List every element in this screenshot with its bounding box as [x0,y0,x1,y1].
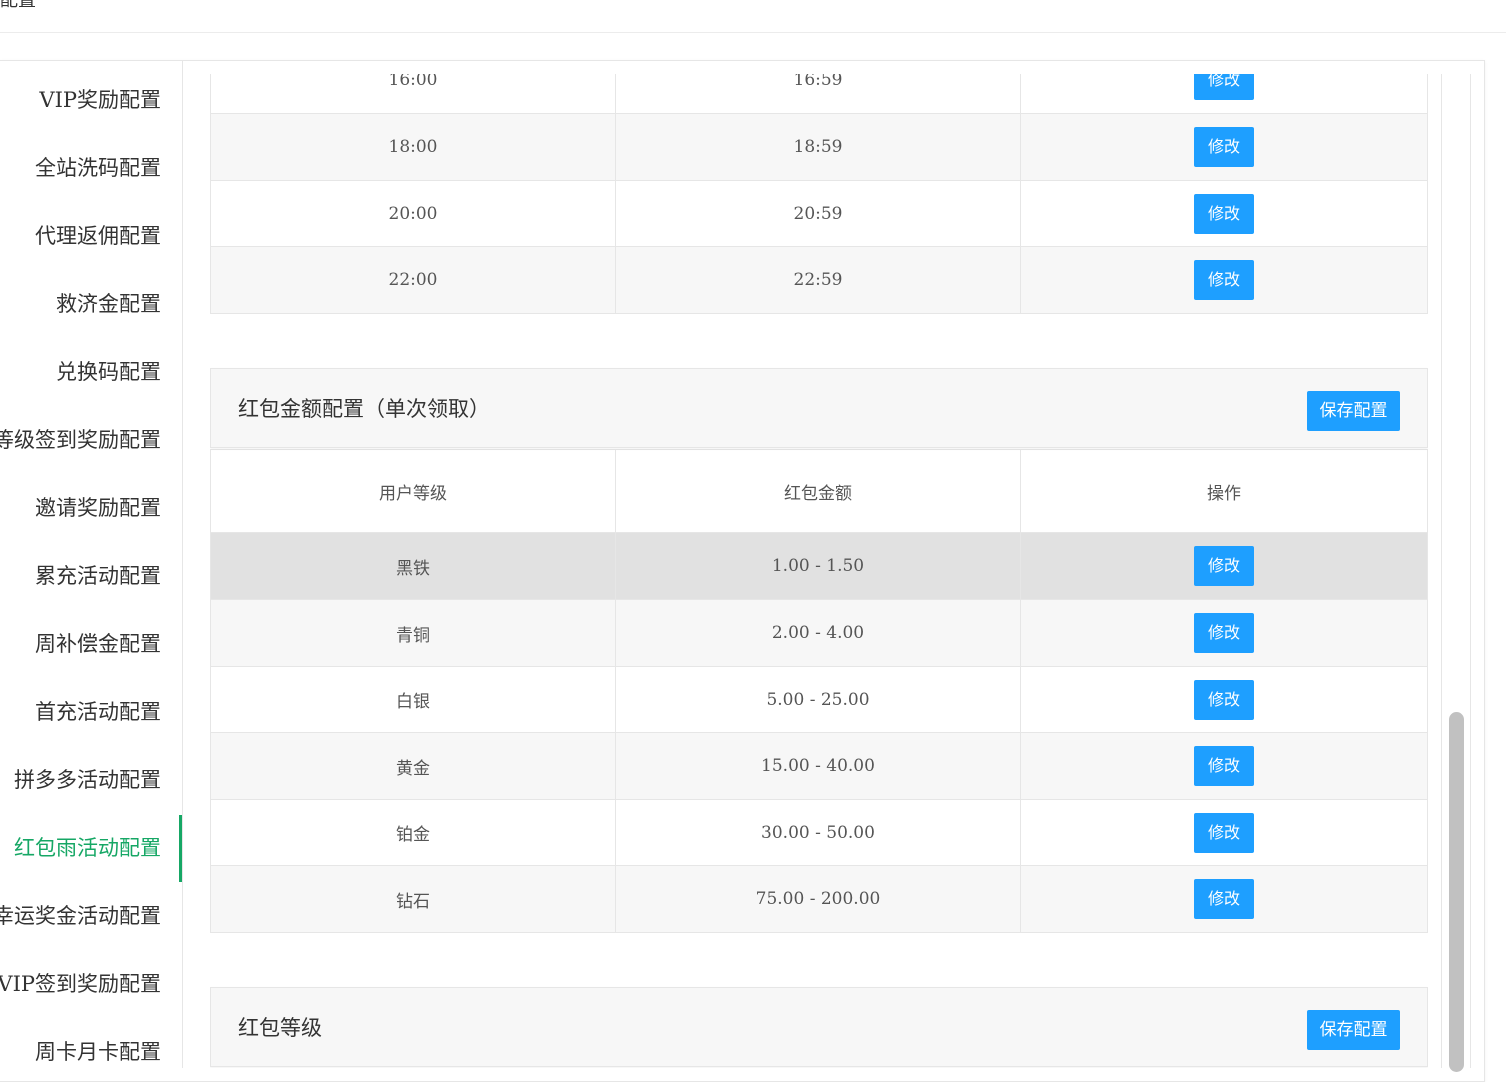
amount-card-header: 红包金额配置（单次领取） 保存配置 [210,368,1428,448]
top-bar: 配置 · [0,0,1506,33]
action-cell: 修改 [1020,532,1428,600]
time-table: 16:00 16:59 修改 18:00 18:59 修改 20:00 20:5… [210,74,1428,314]
end-time-cell: 18:59 [615,113,1021,181]
table-row: 16:00 16:59 修改 [210,74,1428,114]
sidebar-item-weekly-compensation[interactable]: 周补偿金配置 [35,610,161,678]
table-row: 18:00 18:59 修改 [210,113,1428,181]
amount-cell: 2.00 - 4.00 [615,599,1021,667]
sidebar-item-vip-checkin[interactable]: VIP签到奖励配置 [0,950,161,1018]
table-row: 20:00 20:59 修改 [210,180,1428,247]
save-config-button[interactable]: 保存配置 [1307,391,1400,431]
action-cell: 修改 [1020,799,1428,866]
table-row[interactable]: 白银 5.00 - 25.00 修改 [210,666,1428,733]
action-cell: 修改 [1020,865,1428,933]
start-time-cell: 20:00 [210,180,616,247]
edit-button[interactable]: 修改 [1194,746,1254,786]
edit-button[interactable]: 修改 [1194,546,1254,586]
level-card-header: 红包等级 保存配置 [210,987,1428,1067]
amount-table: 用户等级 红包金额 操作 黑铁 1.00 - 1.50 修改 青铜 2.00 -… [210,449,1428,933]
action-cell: 修改 [1020,246,1428,314]
save-config-button[interactable]: 保存配置 [1307,1010,1400,1050]
sidebar-item-cumulative-recharge[interactable]: 累充活动配置 [35,542,161,610]
end-time-cell: 22:59 [615,246,1021,314]
table-row[interactable]: 铂金 30.00 - 50.00 修改 [210,799,1428,866]
sidebar-item-relief-fund[interactable]: 救济金配置 [56,270,161,338]
amount-cell: 5.00 - 25.00 [615,666,1021,733]
sidebar-item-redeem-code[interactable]: 兑换码配置 [56,338,161,406]
amount-cell: 1.00 - 1.50 [615,532,1021,600]
edit-button[interactable]: 修改 [1194,879,1254,919]
edit-button[interactable]: 修改 [1194,74,1254,100]
sidebar-item-site-rebate[interactable]: 全站洗码配置 [35,134,161,202]
action-cell: 修改 [1020,732,1428,800]
vertical-scrollbar[interactable] [1441,74,1471,1072]
table-row[interactable]: 青铜 2.00 - 4.00 修改 [210,599,1428,667]
edit-button[interactable]: 修改 [1194,260,1254,300]
amount-cell: 30.00 - 50.00 [615,799,1021,866]
page-title: 配置 [0,0,36,11]
sidebar-item-group-buy[interactable]: 拼多多活动配置 [14,746,161,814]
table-row: 22:00 22:59 修改 [210,246,1428,314]
end-time-cell: 20:59 [615,180,1021,247]
table-row[interactable]: 黑铁 1.00 - 1.50 修改 [210,532,1428,600]
action-cell: 修改 [1020,113,1428,181]
start-time-cell: 16:00 [210,74,616,114]
edit-button[interactable]: 修改 [1194,613,1254,653]
sidebar-item-weekly-monthly-card[interactable]: 周卡月卡配置 [35,1018,161,1068]
sidebar-item-first-recharge[interactable]: 首充活动配置 [35,678,161,746]
column-header: 红包金额 [615,449,1021,533]
edit-button[interactable]: 修改 [1194,127,1254,167]
action-cell: 修改 [1020,180,1428,247]
active-indicator [179,815,182,882]
table-row[interactable]: 钻石 75.00 - 200.00 修改 [210,865,1428,933]
edit-button[interactable]: 修改 [1194,193,1254,234]
action-cell: 修改 [1020,666,1428,733]
sidebar-item-level-checkin[interactable]: 等级签到奖励配置 [0,406,161,474]
action-cell: 修改 [1020,599,1428,667]
end-time-cell: 16:59 [615,74,1021,114]
level-cell: 黄金 [210,732,616,800]
column-header: 操作 [1020,449,1428,533]
level-cell: 白银 [210,666,616,733]
table-header-row: 用户等级 红包金额 操作 [210,449,1428,533]
edit-button[interactable]: 修改 [1194,679,1254,720]
card-title: 红包等级 [238,1016,322,1040]
scrollbar-thumb[interactable] [1449,712,1464,1072]
table-row[interactable]: 黄金 15.00 - 40.00 修改 [210,732,1428,800]
start-time-cell: 18:00 [210,113,616,181]
sidebar-item-agent-commission[interactable]: 代理返佣配置 [35,202,161,270]
start-time-cell: 22:00 [210,246,616,314]
sidebar-item-invite-reward[interactable]: 邀请奖励配置 [35,474,161,542]
corner-mark: · [1500,0,1504,4]
config-sidebar: VIP奖励配置 全站洗码配置 代理返佣配置 救济金配置 兑换码配置 等级签到奖励… [0,61,183,1068]
sidebar-item-lucky-bonus[interactable]: 幸运奖金活动配置 [0,882,161,950]
level-config-card: 红包等级 保存配置 [210,987,1428,1067]
edit-button[interactable]: 修改 [1194,812,1254,853]
level-cell: 青铜 [210,599,616,667]
level-cell: 铂金 [210,799,616,866]
amount-cell: 75.00 - 200.00 [615,865,1021,933]
amount-config-card: 红包金额配置（单次领取） 保存配置 用户等级 红包金额 操作 黑铁 1.00 -… [210,368,1428,933]
action-cell: 修改 [1020,74,1428,114]
sidebar-item-red-packet-rain[interactable]: 红包雨活动配置 [14,814,161,882]
time-section: 16:00 16:59 修改 18:00 18:59 修改 20:00 20:5… [210,74,1428,314]
amount-cell: 15.00 - 40.00 [615,732,1021,800]
column-header: 用户等级 [210,449,616,533]
level-cell: 钻石 [210,865,616,933]
level-cell: 黑铁 [210,532,616,600]
sidebar-item-vip-reward[interactable]: VIP奖励配置 [39,66,161,134]
card-title: 红包金额配置（单次领取） [238,397,490,421]
main-content[interactable]: 16:00 16:59 修改 18:00 18:59 修改 20:00 20:5… [210,74,1428,1068]
